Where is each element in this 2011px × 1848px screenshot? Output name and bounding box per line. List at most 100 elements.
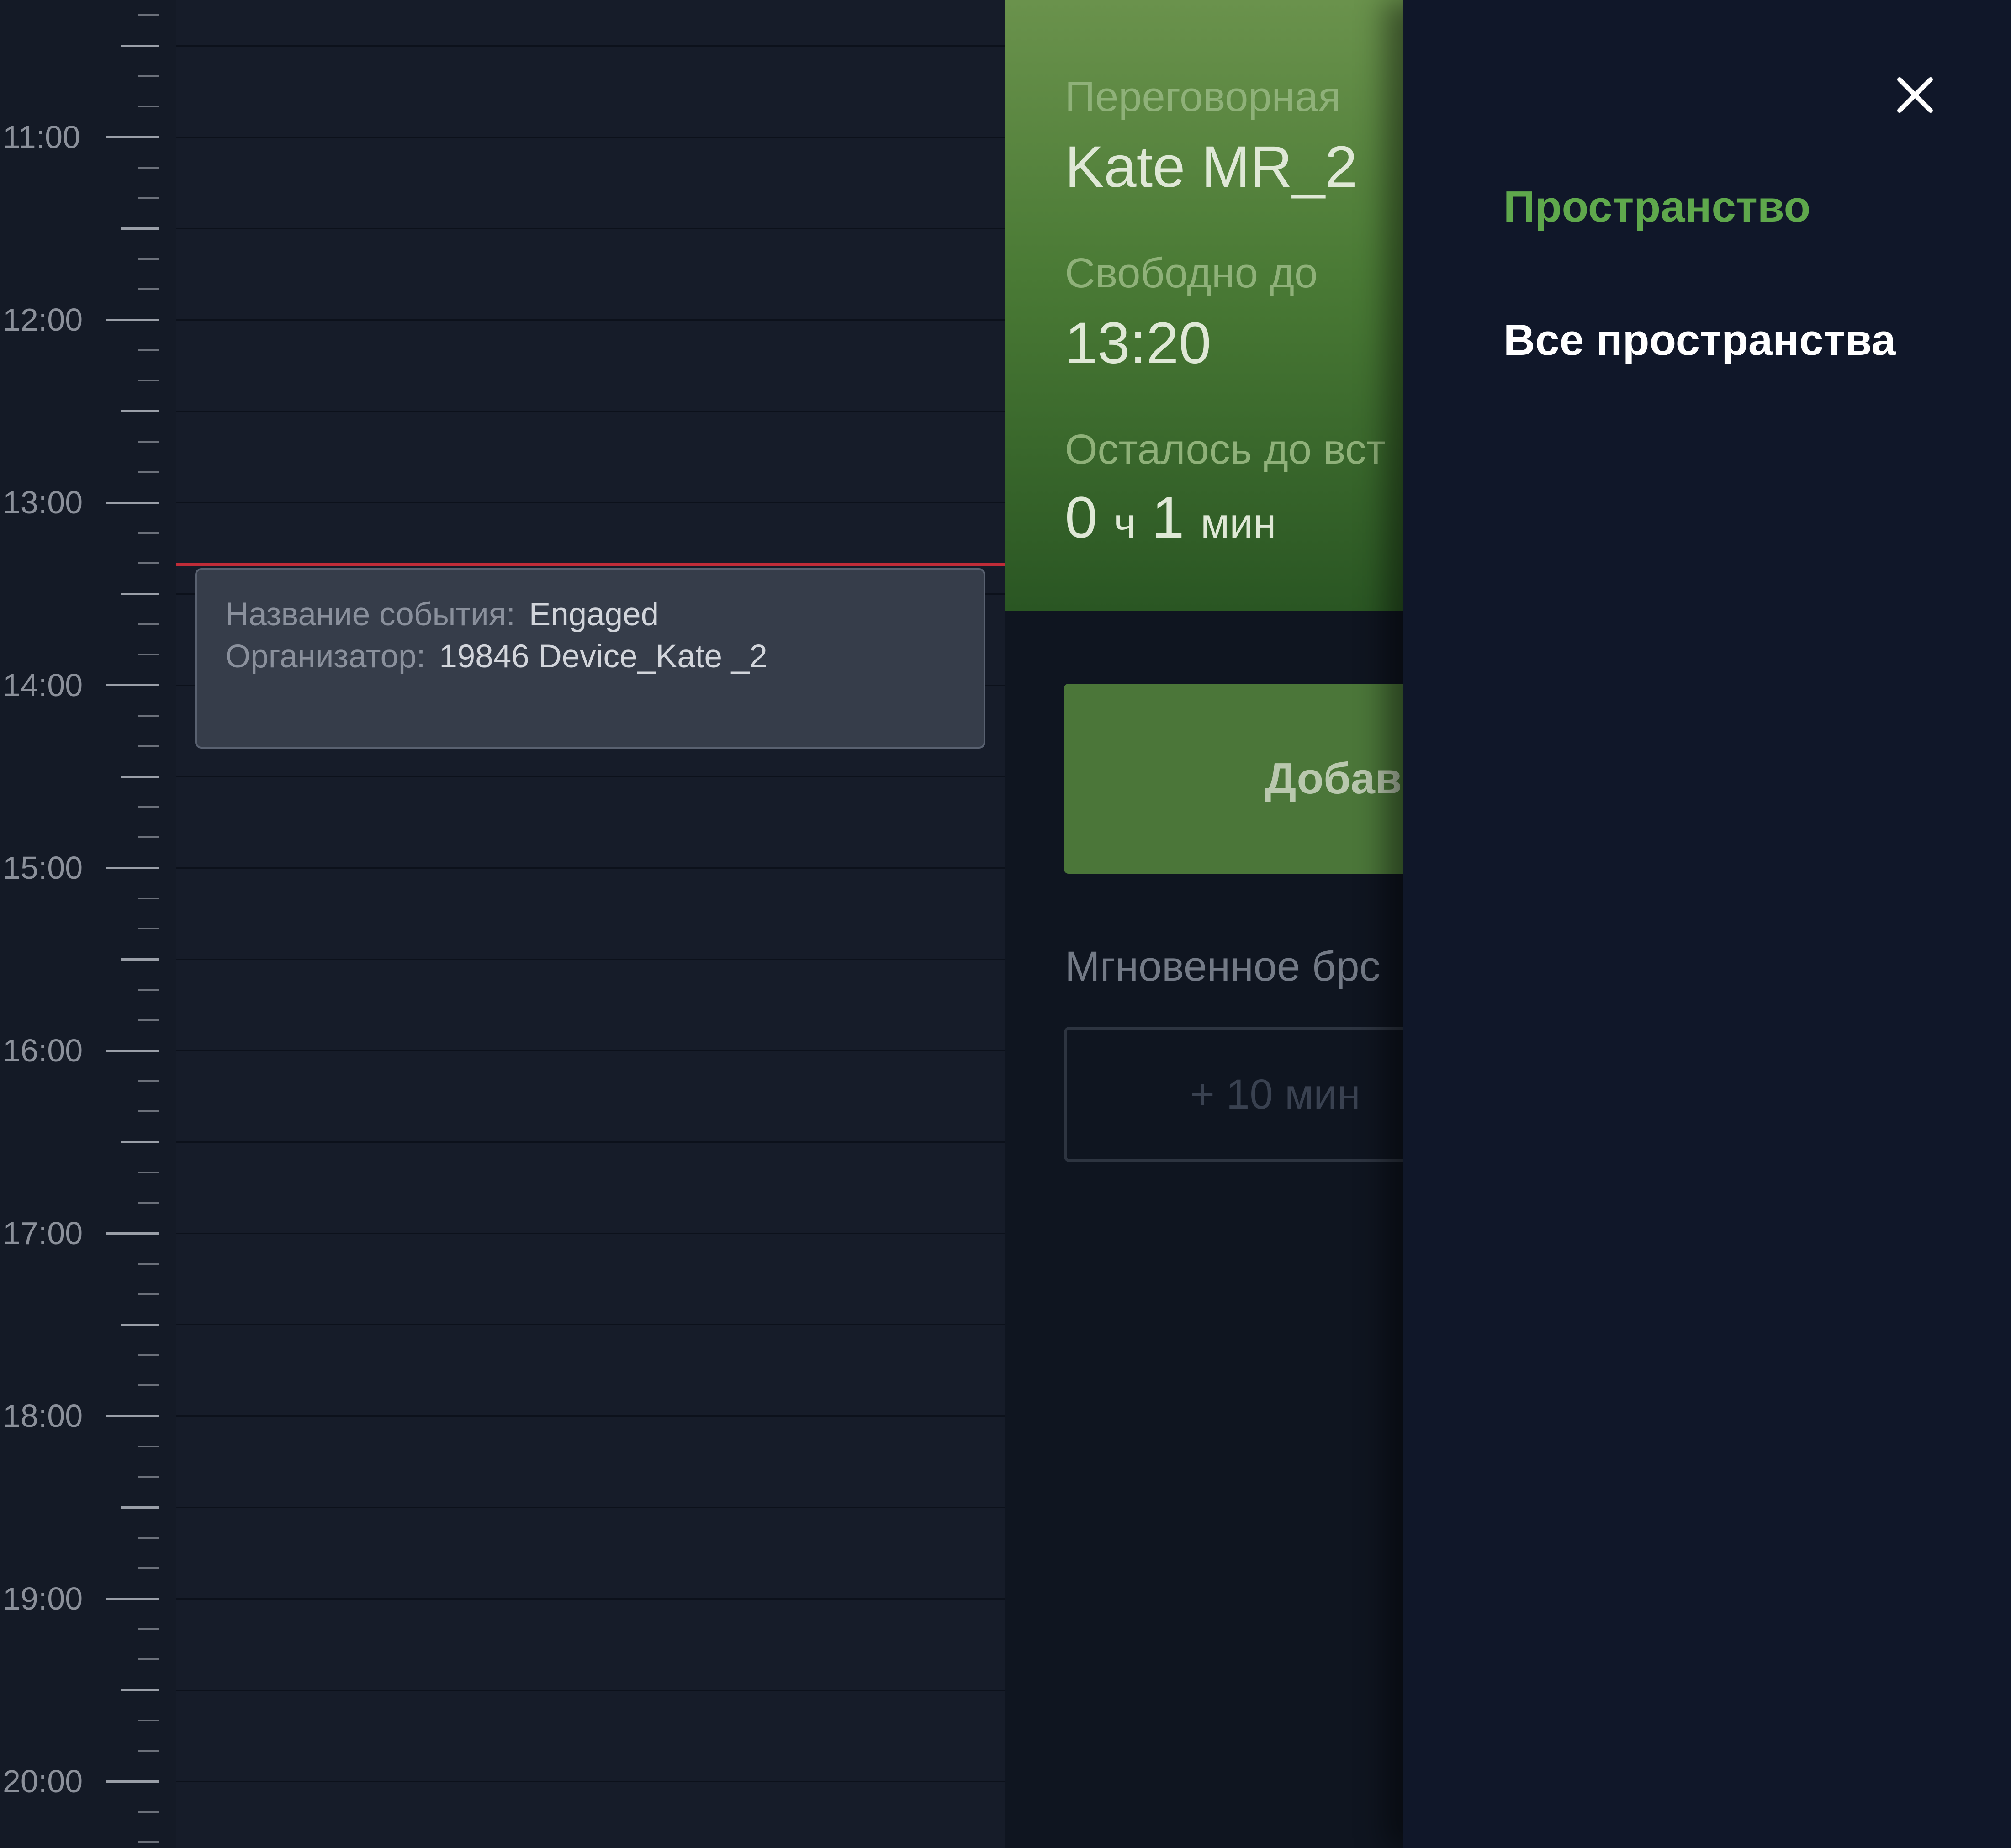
ruler-tick xyxy=(106,1598,159,1600)
remaining-time: 0 ч 1 мин xyxy=(1065,489,1276,547)
ruler-tick xyxy=(138,806,159,808)
ruler-tick xyxy=(138,1720,159,1721)
ruler-tick xyxy=(138,1658,159,1660)
ruler-tick xyxy=(138,836,159,838)
ruler-tick xyxy=(138,623,159,625)
event-name-label: Название события: xyxy=(225,597,515,633)
ruler-tick xyxy=(138,1537,159,1539)
event-name-row: Название события: Engaged xyxy=(225,594,984,636)
drawer-title: Пространство xyxy=(1503,182,1811,231)
free-until-label: Свободно до xyxy=(1065,250,1318,296)
current-time-line xyxy=(176,563,1005,566)
ruler-tick xyxy=(106,502,159,504)
grid-line xyxy=(176,867,1005,869)
grid-line xyxy=(176,1141,1005,1143)
free-until-value: 13:20 xyxy=(1065,311,1212,376)
ruler-tick xyxy=(138,167,159,169)
event-organizer-row: Организатор: 19846 Device_Kate _2 xyxy=(225,636,984,678)
ruler-tick xyxy=(121,1324,159,1326)
ruler-tick xyxy=(138,989,159,991)
ruler-tick xyxy=(138,1110,159,1112)
ruler-tick xyxy=(138,288,159,290)
grid-line xyxy=(176,319,1005,321)
app-root: 11:00 12:00 13:00 14:00 15:00 16:00 17:0… xyxy=(0,0,2011,1848)
ruler-tick xyxy=(138,471,159,473)
ruler-tick xyxy=(138,1202,159,1204)
ruler-tick xyxy=(121,1689,159,1691)
ruler-tick xyxy=(106,1780,159,1783)
room-name: Kate MR_2 xyxy=(1065,134,1358,200)
ruler-tick xyxy=(121,958,159,961)
grid-line xyxy=(176,1415,1005,1417)
ruler-tick xyxy=(138,1811,159,1813)
ruler-tick xyxy=(121,776,159,778)
schedule-grid[interactable]: Название события: Engaged Организатор: 198… xyxy=(176,0,1005,1848)
ruler-tick xyxy=(138,1841,159,1843)
hour-label: 15:00 xyxy=(3,850,83,886)
ruler-tick xyxy=(121,410,159,412)
ruler-tick xyxy=(138,745,159,747)
ruler-tick xyxy=(138,258,159,260)
hour-label: 19:00 xyxy=(3,1581,83,1616)
ruler-tick xyxy=(138,1567,159,1569)
event-name-value: Engaged xyxy=(529,597,659,633)
ruler-tick xyxy=(138,562,159,564)
ruler-tick xyxy=(138,1628,159,1630)
hour-label: 11:00 xyxy=(3,119,80,155)
ruler-tick xyxy=(121,45,159,47)
ruler-tick xyxy=(106,136,159,138)
grid-line xyxy=(176,1598,1005,1600)
hour-label: 20:00 xyxy=(3,1764,83,1799)
ruler-tick xyxy=(138,349,159,351)
ruler-tick xyxy=(106,1415,159,1417)
ruler-tick xyxy=(138,197,159,199)
ruler-tick xyxy=(138,1172,159,1173)
ruler-tick xyxy=(106,1050,159,1052)
grid-line xyxy=(176,776,1005,777)
minutes-unit: мин xyxy=(1201,500,1276,547)
ruler-tick xyxy=(138,1750,159,1752)
grid-line xyxy=(176,1690,1005,1691)
ruler-tick xyxy=(138,441,159,443)
event-card[interactable]: Название события: Engaged Организатор: 198… xyxy=(195,568,985,749)
hours-unit: ч xyxy=(1113,500,1136,547)
plus-10-min-button[interactable]: + 10 мин xyxy=(1064,1027,1403,1162)
grid-line xyxy=(176,228,1005,229)
hour-label: 14:00 xyxy=(3,667,83,703)
ruler-tick xyxy=(138,1354,159,1356)
ruler-tick xyxy=(138,654,159,655)
close-button[interactable] xyxy=(1893,73,1937,117)
hour-label: 18:00 xyxy=(3,1398,83,1434)
ruler-tick xyxy=(138,380,159,381)
ruler-tick xyxy=(121,227,159,230)
ruler-tick xyxy=(138,1476,159,1478)
grid-line xyxy=(176,137,1005,138)
grid-line xyxy=(176,411,1005,412)
remaining-minutes: 1 xyxy=(1152,485,1185,550)
add-booking-button[interactable]: Добави xyxy=(1064,684,1403,874)
grid-line xyxy=(176,1324,1005,1325)
ruler-tick xyxy=(138,14,159,16)
ruler-tick xyxy=(106,867,159,869)
ruler-tick xyxy=(138,1263,159,1265)
ruler-tick xyxy=(138,1384,159,1386)
ruler-tick xyxy=(138,1019,159,1021)
ruler-tick xyxy=(121,593,159,595)
grid-line xyxy=(176,502,1005,503)
instant-booking-label: Мгновенное брс xyxy=(1065,943,1381,990)
grid-line xyxy=(176,959,1005,960)
ruler-tick xyxy=(121,1506,159,1509)
hour-label: 13:00 xyxy=(3,485,83,520)
timeline-ruler: 11:00 12:00 13:00 14:00 15:00 16:00 17:0… xyxy=(0,0,176,1848)
hour-label: 17:00 xyxy=(3,1215,83,1251)
room-status-card: Переговорная Kate MR_2 Свободно до 13:20… xyxy=(1005,0,1403,611)
ruler-tick xyxy=(106,684,159,686)
ruler-tick xyxy=(138,75,159,77)
ruler-tick xyxy=(138,1293,159,1295)
all-spaces-link[interactable]: Все пространства xyxy=(1503,318,1896,362)
event-organizer-label: Организатор: xyxy=(225,639,426,675)
ruler-tick xyxy=(138,928,159,929)
ruler-tick xyxy=(138,1446,159,1447)
grid-line xyxy=(176,1233,1005,1234)
ruler-tick xyxy=(121,1141,159,1143)
